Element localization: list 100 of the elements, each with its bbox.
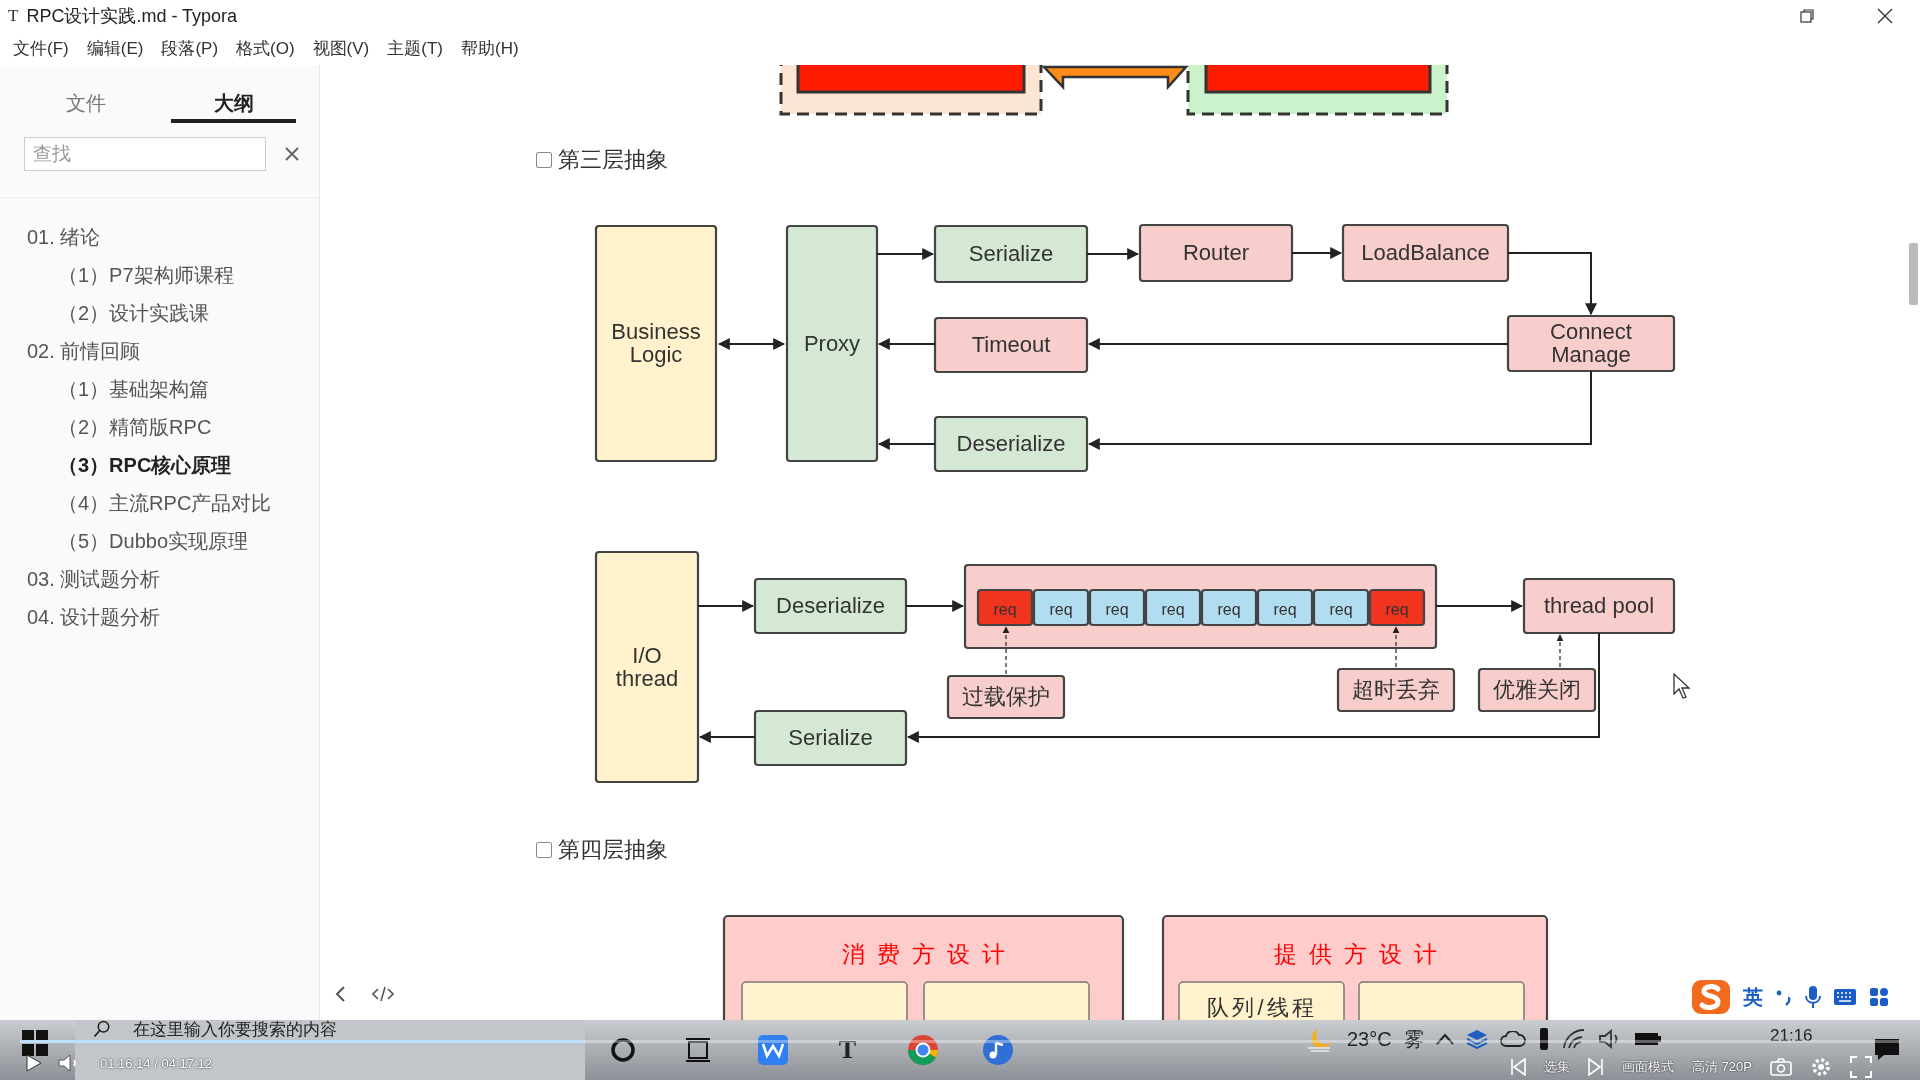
sidebar-tab[interactable]: 文件 — [23, 87, 148, 123]
chevron-left-icon[interactable] — [334, 985, 346, 1003]
music-note-icon[interactable] — [981, 1034, 1014, 1066]
weather-text: 雾 — [1403, 1026, 1424, 1052]
temperature-text: 23°C — [1347, 1027, 1392, 1051]
outline-item[interactable]: 03. 测试题分析 — [0, 560, 319, 598]
chrome-icon[interactable] — [906, 1034, 939, 1066]
item-label: 队列/线程 — [1207, 995, 1317, 1020]
node-label: req — [1329, 600, 1353, 618]
node-label: 优雅关闭 — [1493, 677, 1581, 702]
outline-item[interactable]: 01. 绪论 — [0, 218, 319, 256]
node-label: Serialize — [968, 241, 1054, 266]
node-label: req — [1217, 600, 1241, 618]
settings-icon[interactable] — [1810, 1056, 1832, 1078]
arrow — [905, 600, 965, 612]
node-label: req — [1161, 600, 1185, 618]
close-icon[interactable] — [284, 146, 300, 162]
dashed-arrow — [1392, 626, 1400, 668]
node-label: Deserialize — [956, 431, 1066, 456]
outline-item[interactable]: （2）精简版RPC — [0, 408, 319, 446]
node-label: 超时丢弃 — [1352, 677, 1440, 702]
card-title: 提供方设计 — [1273, 941, 1449, 967]
previous-icon[interactable] — [1510, 1058, 1526, 1076]
menu-item[interactable]: 编辑(E) — [77, 37, 153, 60]
outline-item[interactable]: （3）RPC核心原理 — [0, 446, 319, 484]
arrow — [877, 338, 936, 350]
play-icon[interactable] — [26, 1054, 42, 1072]
restore-icon — [1800, 9, 1814, 23]
cloud-icon[interactable] — [1499, 1031, 1526, 1047]
node-label: req — [1105, 600, 1129, 618]
node-label: req — [1385, 600, 1409, 618]
node-label: Serialize — [788, 725, 873, 750]
node-label: LoadBalance — [1361, 240, 1490, 265]
node-label: Business Logic — [611, 319, 701, 367]
heading-text: 第三层抽象 — [558, 146, 668, 174]
keyboard-icon[interactable] — [1833, 988, 1857, 1006]
arrow — [876, 248, 935, 260]
heading-text: 第四层抽象 — [558, 836, 668, 864]
grid-icon[interactable] — [1869, 987, 1889, 1007]
menu-item[interactable]: 帮助(H) — [452, 37, 528, 60]
notification-icon[interactable] — [1874, 1038, 1900, 1062]
node-label: Deserialize — [776, 593, 885, 618]
input-mode-toggle[interactable]: 英 — [1743, 983, 1763, 1011]
node-label: req — [993, 600, 1017, 618]
usb-drive-icon[interactable] — [1537, 1027, 1550, 1051]
layers-icon[interactable] — [1465, 1029, 1488, 1049]
menu-item[interactable]: 主题(T) — [378, 37, 452, 60]
wps-icon[interactable] — [756, 1034, 789, 1066]
dashed-arrow — [1002, 626, 1010, 675]
camera-icon[interactable] — [1770, 1058, 1792, 1076]
wifi-icon[interactable] — [1561, 1029, 1586, 1049]
menu-item[interactable]: 格式(O) — [227, 37, 304, 60]
node-label: Proxy — [803, 330, 861, 356]
typora-taskbar-button[interactable]: T — [810, 1020, 885, 1080]
checkbox[interactable] — [536, 152, 552, 168]
window-title: RPC设计实践.md - Typora — [26, 5, 238, 28]
checkbox[interactable] — [536, 842, 552, 858]
arrow — [877, 438, 936, 450]
microphone-icon[interactable] — [1805, 985, 1821, 1009]
node-label: req — [1273, 600, 1297, 618]
outline-item[interactable]: （2）设计实践课 — [0, 294, 319, 332]
node-label: Timeout — [971, 332, 1051, 357]
double-arrow — [717, 338, 786, 350]
menu-item[interactable]: 段落(P) — [152, 37, 228, 60]
arrow — [1086, 248, 1140, 260]
outline-item[interactable]: （4）主流RPC产品对比 — [0, 484, 319, 522]
node-label: Connect Manage — [1550, 319, 1632, 367]
node-label: req — [1049, 600, 1073, 618]
dashed-arrow — [1556, 634, 1564, 668]
task-view-icon[interactable] — [685, 1037, 710, 1063]
card-title: 消费方设计 — [842, 941, 1017, 967]
arrow — [1291, 247, 1343, 259]
search-field[interactable]: 查找 — [24, 137, 266, 171]
close-icon — [1877, 8, 1893, 24]
chevron-up-icon[interactable] — [1435, 1033, 1454, 1045]
code-icon[interactable] — [372, 986, 394, 1002]
outline-item[interactable]: （5）Dubbo实现原理 — [0, 522, 319, 560]
playback-time: 01:16:14 / 04:17:12 — [100, 1055, 213, 1071]
arrow — [698, 731, 756, 743]
outline-item[interactable]: （1）基础架构篇 — [0, 370, 319, 408]
next-icon[interactable] — [1588, 1058, 1604, 1076]
clock-text: 21:16 — [1770, 1026, 1813, 1046]
node-label: Router — [1183, 240, 1249, 265]
menu-item[interactable]: 文件(F) — [4, 37, 78, 60]
node-label: 过载保护 — [962, 684, 1050, 709]
outline-item[interactable]: （1）P7架构师课程 — [0, 256, 319, 294]
arrow — [697, 600, 755, 612]
sogou-logo-icon[interactable] — [1691, 979, 1731, 1015]
scrollbar-thumb[interactable] — [1909, 243, 1918, 305]
cortana-icon[interactable] — [609, 1037, 636, 1063]
battery-icon[interactable] — [1633, 1031, 1662, 1047]
node-label: I/O thread — [615, 642, 679, 691]
app-icon: T — [8, 6, 19, 26]
cursor-icon — [1673, 673, 1691, 699]
menu-item[interactable]: 视图(V) — [303, 37, 379, 60]
sidebar-tab[interactable]: 大纲 — [171, 87, 296, 123]
outline-item[interactable]: 04. 设计题分析 — [0, 598, 319, 636]
node-label: thread pool — [1543, 593, 1655, 618]
windows-icon[interactable] — [22, 1030, 48, 1056]
outline-item[interactable]: 02. 前情回顾 — [0, 332, 319, 370]
